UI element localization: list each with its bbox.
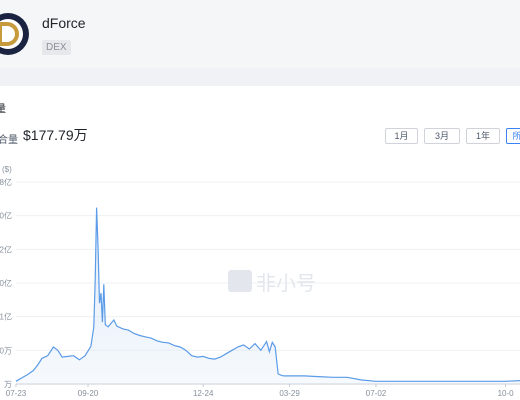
y-tick-label: 8亿 [0, 177, 12, 187]
volume-chart[interactable]: 非小号 万0万1亿0亿2亿0亿8亿 07-23 09-20 12-24 03-29 07… [0, 160, 520, 400]
metric-value: $177.79万 [23, 127, 88, 143]
x-axis-ticks: 07-23 09-20 12-24 03-29 07-02 10-0 [6, 384, 514, 398]
y-tick-label: 0亿 [0, 211, 12, 221]
y-tick-label: 2亿 [0, 244, 12, 254]
y-tick-label: 0亿 [0, 278, 12, 288]
dforce-logo [0, 13, 29, 55]
watermark: 非小号 [228, 270, 316, 295]
x-tick-label: 12-24 [193, 389, 214, 398]
range-button-1m[interactable]: 1月 [385, 128, 418, 144]
range-button-3m[interactable]: 3月 [424, 128, 460, 144]
x-tick-label: 10-0 [498, 389, 515, 398]
series-area-fill [16, 207, 520, 384]
token-header: dForce DEX [0, 0, 520, 68]
x-tick-label: 09-20 [78, 389, 99, 398]
range-button-all[interactable]: 所 [506, 128, 520, 144]
range-button-1y[interactable]: 1年 [466, 128, 500, 144]
token-name: dForce [42, 15, 86, 31]
category-tag[interactable]: DEX [42, 40, 71, 55]
metric-label: 资合量 [0, 135, 18, 146]
y-tick-label: 1亿 [0, 312, 12, 322]
y-axis-label: ($) [2, 165, 12, 174]
x-tick-label: 07-23 [6, 389, 27, 398]
section-title: 量 [0, 104, 6, 115]
series-area [15, 207, 520, 384]
x-tick-label: 07-02 [366, 389, 387, 398]
y-axis-ticks: 万 0万 1亿 0亿 2亿 0亿 8亿 [0, 177, 12, 389]
x-tick-label: 03-29 [279, 389, 300, 398]
y-tick-label: 0万 [0, 346, 12, 355]
watermark-text: 非小号 [256, 271, 316, 295]
y-tick-label: 万 [4, 380, 12, 389]
